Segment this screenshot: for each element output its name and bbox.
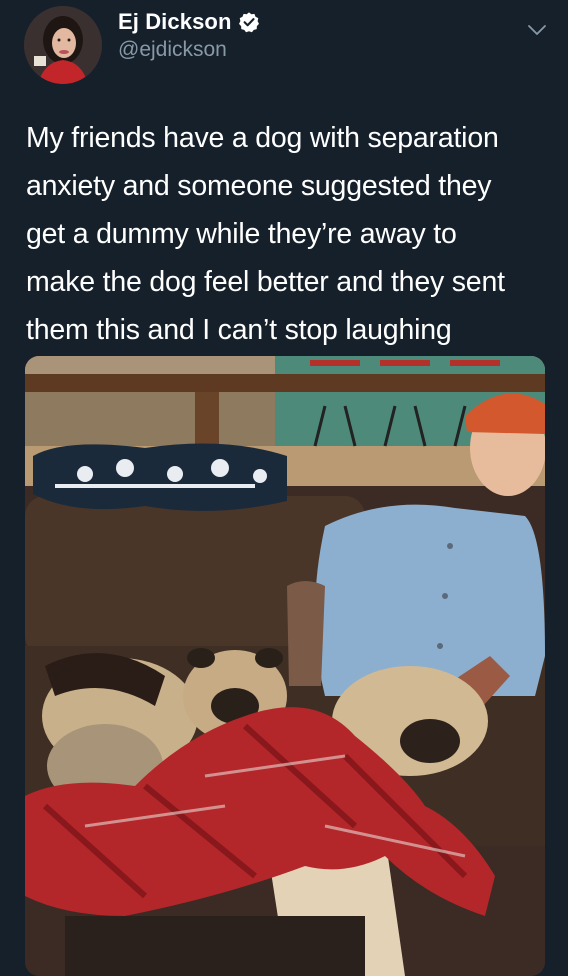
avatar[interactable] (24, 6, 102, 84)
tweet: Ej Dickson @ejdickson My friends have a … (0, 0, 568, 976)
chevron-down-icon[interactable] (525, 18, 549, 42)
display-name[interactable]: Ej Dickson (118, 9, 231, 35)
tweet-text: My friends have a dog with separation an… (26, 122, 505, 346)
profile-photo-icon (24, 6, 102, 84)
tweet-photo[interactable] (25, 356, 545, 976)
display-name-row[interactable]: Ej Dickson (118, 9, 260, 35)
user-handle[interactable]: @ejdickson (118, 38, 227, 62)
verified-badge-icon (239, 12, 260, 33)
attached-photo-icon (25, 356, 545, 976)
